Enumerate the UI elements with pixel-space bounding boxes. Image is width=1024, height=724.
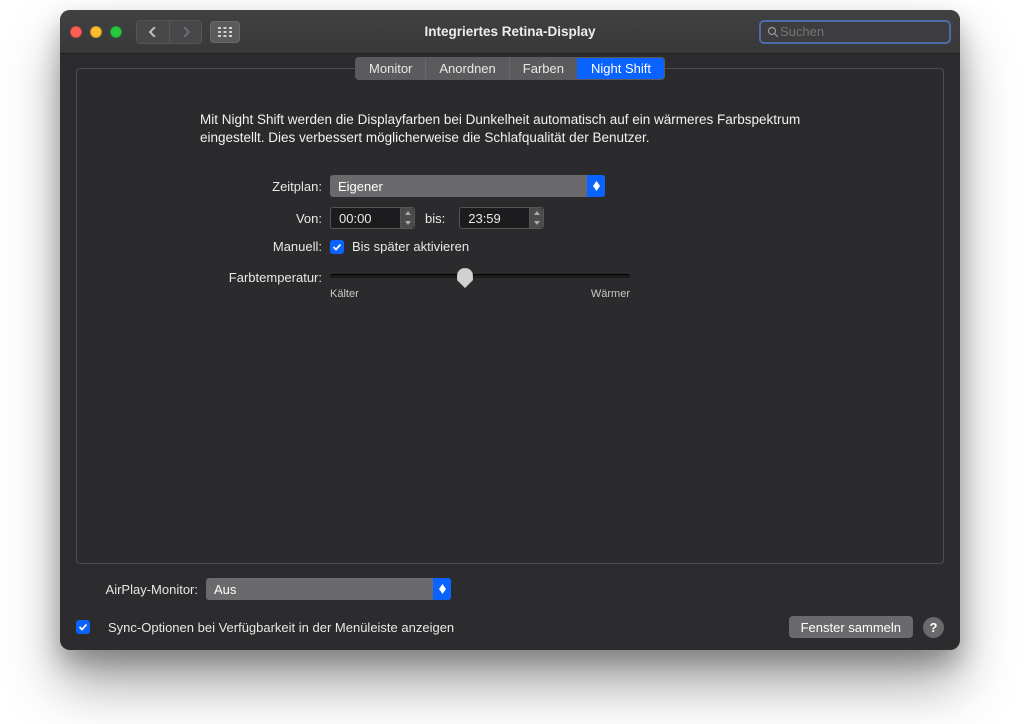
stepper-down-icon [530,218,543,228]
tab-color[interactable]: Farben [509,58,577,79]
search-field-wrap[interactable] [760,21,950,43]
up-down-icon [433,578,451,600]
to-time-value: 23:59 [468,211,501,226]
slider-max-label: Wärmer [591,288,630,300]
manual-label: Manuell: [200,239,330,254]
sync-options-label: Sync-Optionen bei Verfügbarkeit in der M… [108,620,454,635]
titlebar: Integriertes Retina-Display [60,10,960,54]
gather-windows-button[interactable]: Fenster sammeln [789,616,913,638]
from-time-stepper[interactable] [400,208,414,228]
slider-min-label: Kälter [330,288,359,300]
stepper-up-icon [401,208,414,218]
tab-monitor[interactable]: Monitor [356,58,425,79]
sync-options-checkbox[interactable] [76,620,90,634]
show-all-button[interactable] [210,21,240,43]
tab-night-shift[interactable]: Night Shift [577,58,664,79]
back-button[interactable] [137,21,169,43]
airplay-label: AirPlay-Monitor: [76,582,206,597]
close-window-button[interactable] [70,26,82,38]
tab-arrange[interactable]: Anordnen [425,58,508,79]
stepper-up-icon [530,208,543,218]
airplay-value: Aus [214,582,236,597]
minimize-window-button[interactable] [90,26,102,38]
slider-thumb[interactable] [457,268,473,291]
to-time-field[interactable]: 23:59 [459,207,544,229]
manual-checkbox[interactable] [330,240,344,254]
window-body: Monitor Anordnen Farben Night Shift Mit … [60,54,960,650]
zoom-window-button[interactable] [110,26,122,38]
search-input[interactable] [780,24,943,39]
up-down-icon [587,175,605,197]
preferences-window: Integriertes Retina-Display Monitor Anor… [60,10,960,650]
tab-bar: Monitor Anordnen Farben Night Shift [355,57,665,80]
from-time-field[interactable]: 00:00 [330,207,415,229]
search-icon [767,26,780,38]
schedule-select[interactable]: Eigener [330,175,605,197]
to-label: bis: [425,211,449,226]
schedule-value: Eigener [338,179,383,194]
schedule-label: Zeitplan: [200,179,330,194]
stepper-down-icon [401,218,414,228]
help-button[interactable]: ? [923,617,944,638]
night-shift-description: Mit Night Shift werden die Displayfarben… [200,111,820,147]
airplay-select[interactable]: Aus [206,578,451,600]
forward-button[interactable] [169,21,201,43]
to-time-stepper[interactable] [529,208,543,228]
content-panel: Monitor Anordnen Farben Night Shift Mit … [76,68,944,564]
traffic-lights [70,26,122,38]
nav-segmented [136,20,202,44]
manual-checkbox-label: Bis später aktivieren [352,239,469,254]
from-label: Von: [200,211,330,226]
temperature-slider[interactable] [330,274,630,278]
from-time-value: 00:00 [339,211,372,226]
temperature-label: Farbtemperatur: [200,264,330,285]
